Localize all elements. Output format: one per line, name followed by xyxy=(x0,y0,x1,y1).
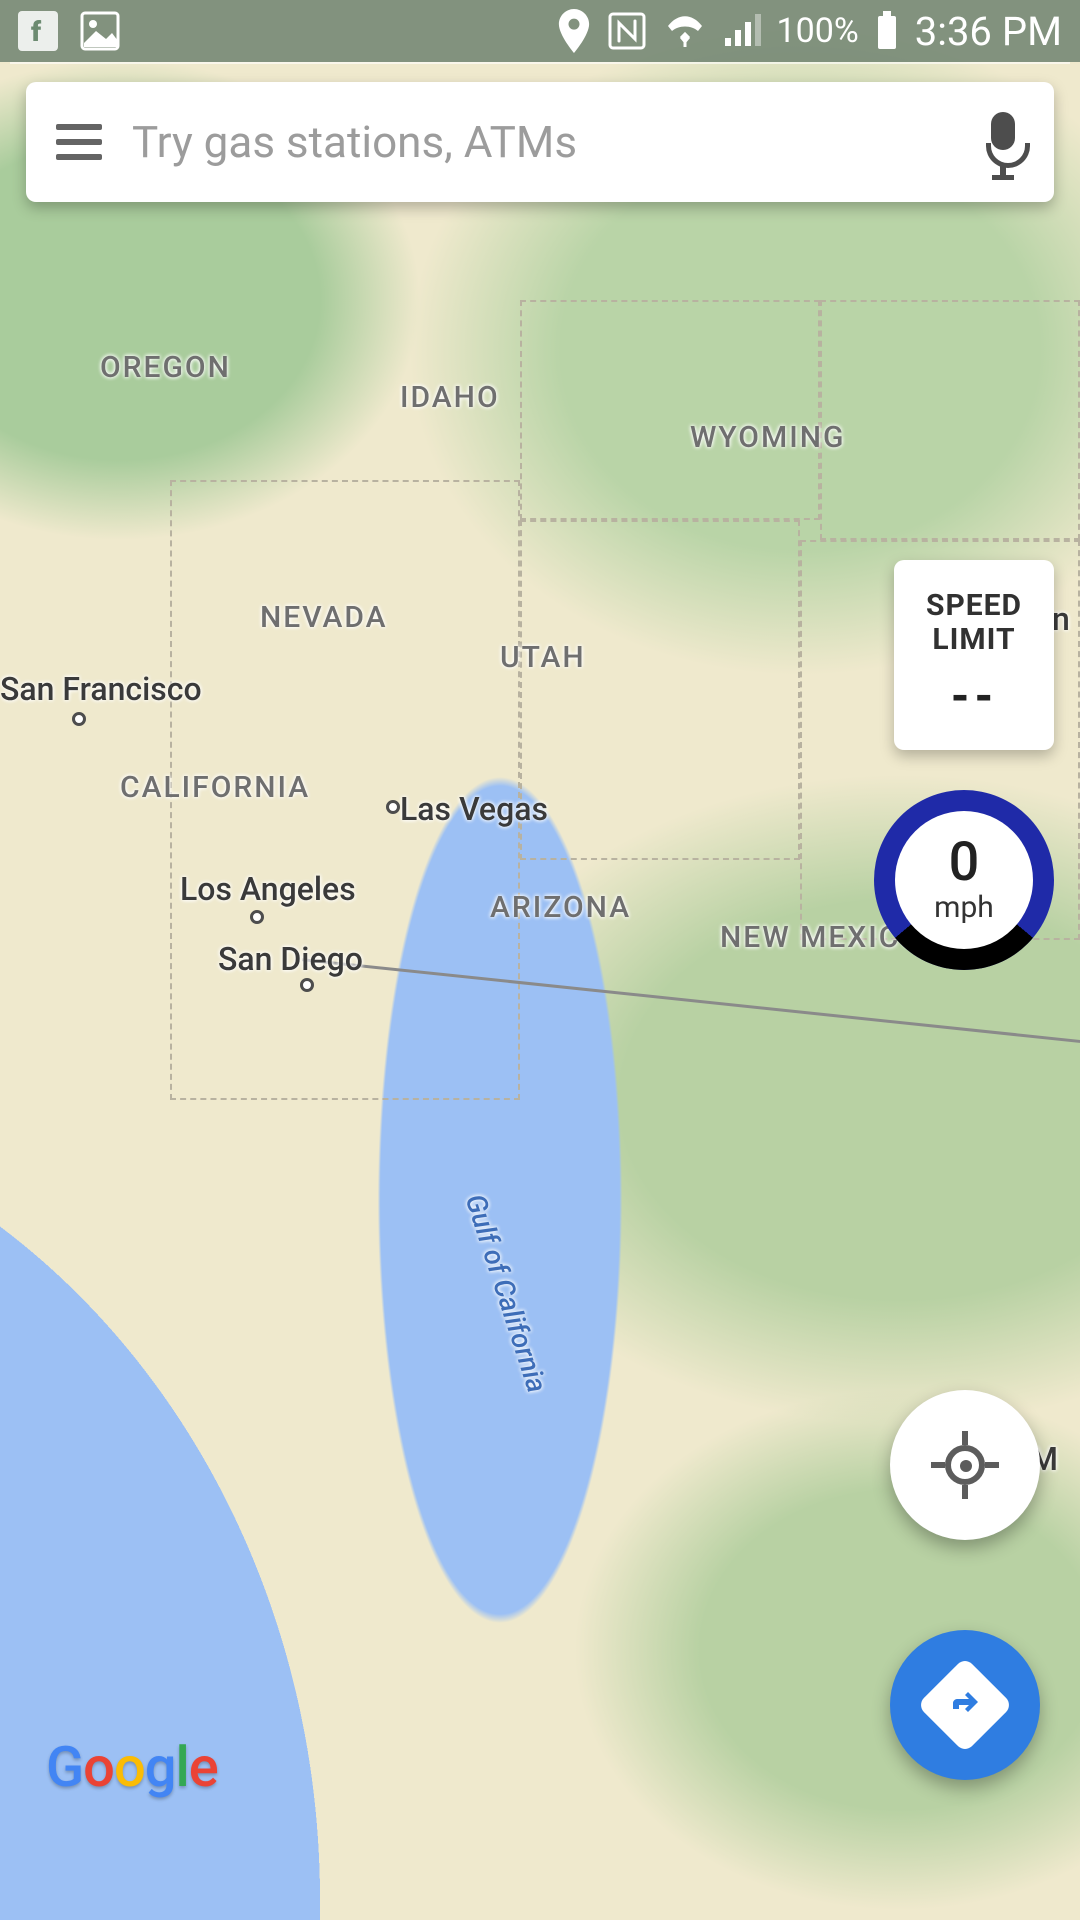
map-canvas[interactable]: OREGON IDAHO WYOMING NEVADA UTAH CALIFOR… xyxy=(0,0,1080,1920)
search-bar[interactable] xyxy=(26,82,1054,202)
clock: 3:36 PM xyxy=(915,8,1062,55)
state-border xyxy=(820,300,1080,540)
nfc-icon xyxy=(607,11,647,51)
battery-icon xyxy=(875,11,899,51)
map-label-california: CALIFORNIA xyxy=(120,770,310,805)
image-notification-icon xyxy=(80,11,120,51)
speedometer-unit: mph xyxy=(934,890,994,925)
city-dot-las-vegas xyxy=(386,800,400,814)
cell-signal-icon xyxy=(723,14,761,48)
map-label-san-francisco: San Francisco xyxy=(0,670,202,708)
map-label-las-vegas: Las Vegas xyxy=(400,790,548,828)
state-border xyxy=(520,300,820,520)
google-attribution: Google xyxy=(46,1734,218,1800)
svg-text:f: f xyxy=(31,15,42,48)
map-label-utah: UTAH xyxy=(500,640,586,675)
map-label-san-diego: San Diego xyxy=(218,940,363,978)
speed-limit-value: -- xyxy=(950,670,998,722)
speed-limit-label-2: LIMIT xyxy=(932,623,1015,658)
speed-limit-label-1: SPEED xyxy=(926,589,1022,624)
city-dot-san-diego xyxy=(300,978,314,992)
facebook-notification-icon: f xyxy=(18,11,58,51)
map-label-idaho: IDAHO xyxy=(400,380,500,415)
status-divider xyxy=(10,62,1070,64)
speedometer-value: 0 xyxy=(949,836,980,890)
speed-limit-sign: SPEED LIMIT -- xyxy=(894,560,1054,750)
crosshair-icon xyxy=(935,1435,995,1495)
search-input[interactable] xyxy=(102,116,982,168)
map-label-gulf-of-california: Gulf of California xyxy=(459,1190,554,1397)
voice-search-button[interactable] xyxy=(982,112,1024,172)
wifi-icon xyxy=(663,14,707,48)
map-label-nevada: NEVADA xyxy=(260,600,388,635)
map-label-los-angeles: Los Angeles xyxy=(180,870,356,908)
map-label-wyoming: WYOMING xyxy=(690,420,845,455)
directions-icon xyxy=(917,1657,1013,1753)
location-icon xyxy=(557,9,591,53)
state-border xyxy=(520,520,800,860)
battery-percent: 100% xyxy=(777,11,859,51)
my-location-button[interactable] xyxy=(890,1390,1040,1540)
city-dot-los-angeles xyxy=(250,910,264,924)
map-label-oregon: OREGON xyxy=(100,350,231,385)
city-dot-san-francisco xyxy=(72,712,86,726)
menu-button[interactable] xyxy=(56,124,102,160)
speedometer: 0 mph xyxy=(874,790,1054,970)
directions-button[interactable] xyxy=(890,1630,1040,1780)
map-label-arizona: ARIZONA xyxy=(490,890,631,925)
status-bar: f 100% 3:36 PM xyxy=(0,0,1080,62)
